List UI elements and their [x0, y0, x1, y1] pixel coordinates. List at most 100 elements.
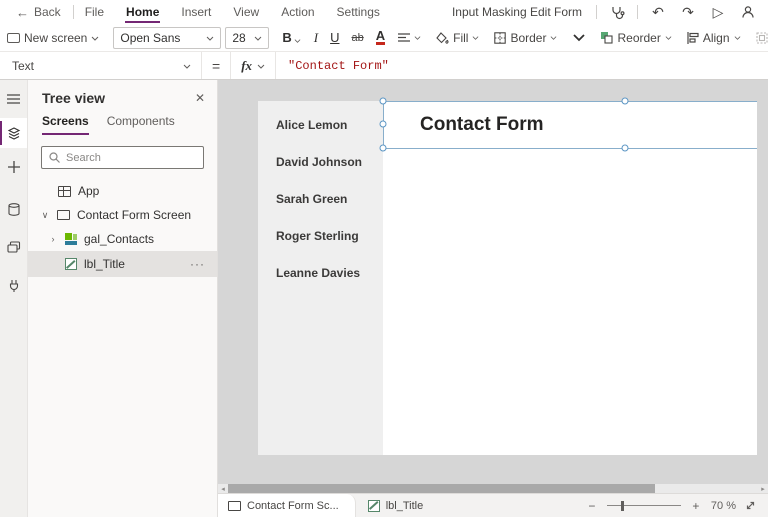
divider	[637, 5, 638, 19]
chevron-down-icon	[91, 34, 99, 42]
gallery-row[interactable]: David Johnson	[276, 155, 362, 169]
gallery-icon	[65, 233, 77, 245]
group-icon	[756, 32, 768, 44]
align-objects-icon	[687, 32, 699, 44]
insert-plus-icon[interactable]	[0, 152, 27, 182]
breadcrumb-screen[interactable]: Contact Form Sc...	[218, 494, 356, 517]
contacts-gallery[interactable]: Alice Lemon David Johnson Sarah Green Ro…	[258, 101, 383, 455]
selection-handle[interactable]	[622, 145, 629, 152]
powerapps-studio-window: ← Back File Home Insert View Action Sett…	[0, 0, 768, 517]
menu-item-home[interactable]: Home	[115, 0, 170, 24]
tree-view-rail-icon[interactable]	[0, 118, 27, 148]
selection-handle[interactable]	[622, 98, 629, 105]
tab-components[interactable]: Components	[107, 114, 175, 135]
paint-bucket-icon	[436, 32, 449, 44]
app-icon	[58, 186, 71, 197]
tree-item-label-selected[interactable]: lbl_Title ···	[28, 251, 217, 277]
tree-item-gallery[interactable]: › gal_Contacts	[28, 227, 217, 251]
tree-item-screen[interactable]: ∨ Contact Form Screen	[28, 203, 217, 227]
more-options-icon[interactable]: ···	[190, 257, 205, 271]
search-icon	[49, 152, 60, 163]
selection-handle[interactable]	[380, 145, 387, 152]
formula-input[interactable]: "Contact Form"	[276, 52, 401, 79]
fx-button[interactable]: fx	[230, 52, 276, 79]
app-checker-icon[interactable]	[607, 3, 627, 21]
text-align-button[interactable]	[391, 24, 429, 51]
selection-handle[interactable]	[380, 98, 387, 105]
data-sources-icon[interactable]	[0, 194, 27, 224]
chevron-down-icon[interactable]: ∨	[40, 210, 50, 221]
reorder-button[interactable]: Reorder	[593, 24, 679, 51]
more-formatting-chevron[interactable]	[565, 33, 593, 42]
user-account-icon[interactable]	[738, 3, 758, 21]
zoom-slider[interactable]	[607, 500, 681, 512]
scrollbar-thumb[interactable]	[228, 484, 655, 493]
divider	[596, 5, 597, 19]
border-button[interactable]: Border	[487, 24, 565, 51]
back-button[interactable]: ← Back	[0, 0, 73, 24]
strikethrough-button[interactable]: ab	[345, 32, 369, 44]
menu-item-file[interactable]: File	[74, 0, 115, 24]
undo-icon[interactable]: ↶	[648, 3, 668, 21]
chevron-down-icon	[414, 34, 422, 42]
selection-border-bottom	[383, 148, 757, 149]
underline-button[interactable]: U	[324, 30, 345, 45]
bold-button[interactable]: B	[276, 30, 307, 45]
scroll-right-icon[interactable]: ▸	[758, 484, 768, 493]
chevron-down-icon	[294, 37, 302, 45]
zoom-in-button[interactable]: +	[690, 499, 702, 513]
title-label-control[interactable]: Contact Form	[383, 101, 757, 148]
gallery-row[interactable]: Alice Lemon	[276, 118, 347, 132]
fill-button[interactable]: Fill	[429, 24, 487, 51]
font-color-button[interactable]: A	[370, 30, 391, 45]
top-menu-bar: ← Back File Home Insert View Action Sett…	[0, 0, 768, 24]
chevron-down-icon	[665, 34, 673, 42]
tree-view-title: Tree view	[42, 90, 105, 106]
media-icon[interactable]	[0, 232, 27, 262]
formula-bar: Text = fx "Contact Form"	[0, 52, 768, 80]
design-canvas[interactable]: Alice Lemon David Johnson Sarah Green Ro…	[218, 80, 768, 493]
horizontal-scrollbar[interactable]: ◂ ▸	[218, 484, 768, 493]
status-bar: Contact Form Sc... lbl_Title − + 70 %	[218, 493, 768, 517]
tab-screens[interactable]: Screens	[42, 114, 89, 135]
reorder-icon	[600, 31, 613, 44]
font-family-dropdown[interactable]: Open Sans	[113, 27, 221, 49]
hamburger-menu-icon[interactable]	[0, 84, 27, 114]
property-dropdown[interactable]: Text	[0, 52, 202, 79]
gallery-row[interactable]: Sarah Green	[276, 192, 347, 206]
menu-item-settings[interactable]: Settings	[326, 0, 391, 24]
menu-item-insert[interactable]: Insert	[170, 0, 222, 24]
app-screen[interactable]: Alice Lemon David Johnson Sarah Green Ro…	[258, 101, 757, 455]
font-size-dropdown[interactable]: 28	[225, 27, 269, 49]
align-lines-icon	[398, 33, 410, 43]
scroll-left-icon[interactable]: ◂	[218, 484, 228, 493]
new-screen-button[interactable]: New screen	[0, 24, 106, 51]
chevron-down-icon	[472, 34, 480, 42]
align-button[interactable]: Align	[680, 24, 749, 51]
selection-border-top	[383, 101, 757, 102]
gallery-row[interactable]: Roger Sterling	[276, 229, 359, 243]
zoom-slider-handle[interactable]	[621, 501, 624, 511]
redo-icon[interactable]: ↷	[678, 3, 698, 21]
zoom-percentage: 70 %	[711, 500, 736, 512]
chevron-right-icon[interactable]: ›	[48, 234, 58, 244]
back-label: Back	[34, 5, 61, 19]
chevron-down-icon	[254, 34, 262, 42]
group-button[interactable]: Group	[749, 24, 768, 51]
gallery-row[interactable]: Leanne Davies	[276, 266, 360, 280]
chevron-down-icon	[183, 62, 191, 70]
fit-to-window-icon[interactable]	[745, 500, 756, 511]
zoom-out-button[interactable]: −	[586, 499, 598, 513]
menu-item-action[interactable]: Action	[270, 0, 325, 24]
menu-item-view[interactable]: View	[222, 0, 270, 24]
app-title: Input Masking Edit Form	[452, 5, 586, 19]
preview-play-icon[interactable]: ▷	[708, 3, 728, 21]
tree-item-app[interactable]: App	[28, 179, 217, 203]
breadcrumb-control[interactable]: lbl_Title	[356, 500, 436, 512]
italic-button[interactable]: I	[308, 30, 324, 46]
search-input[interactable]	[66, 152, 196, 164]
close-icon[interactable]: ✕	[195, 91, 205, 105]
selection-handle[interactable]	[380, 121, 387, 128]
advanced-tools-icon[interactable]	[0, 270, 27, 300]
toolbar: New screen Open Sans 28 B	[0, 24, 768, 52]
